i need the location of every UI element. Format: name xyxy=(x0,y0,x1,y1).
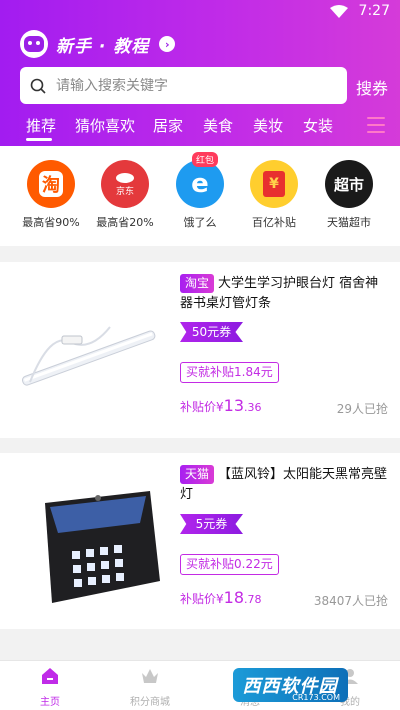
category-jd[interactable]: 京东 最高省20% xyxy=(88,160,162,230)
search-button[interactable]: 搜券 xyxy=(356,75,388,99)
price-integer: 18 xyxy=(223,588,244,607)
search-box[interactable] xyxy=(20,67,347,104)
product-image xyxy=(10,463,166,619)
tab-home[interactable]: 居家 xyxy=(153,115,183,136)
tutorial-label: 新手 · 教程 xyxy=(56,36,150,57)
tab-food[interactable]: 美食 xyxy=(203,115,233,136)
subsidy-tag: 买就补贴0.22元 xyxy=(180,554,279,575)
product-card[interactable]: 天猫 【蓝风铃】太阳能天黑常亮壁灯 5元券 买就补贴0.22元 补贴价¥18.78… xyxy=(0,453,400,629)
nav-points-mall-label: 积分商城 xyxy=(130,697,170,708)
category-grid: 淘 最高省90% 京东 最高省20% 红包 e 饿了么 ¥ 百亿补贴 超市 天猫… xyxy=(0,146,400,246)
sold-count: 38407人已抢 xyxy=(313,594,388,608)
wifi-icon xyxy=(330,5,348,18)
taobao-icon: 淘 xyxy=(27,160,75,208)
subsidy-text: 买就补贴0.22元 xyxy=(186,557,273,571)
status-bar: 7:27 xyxy=(0,0,400,24)
red-packet-badge: 红包 xyxy=(192,152,219,167)
price-integer: 13 xyxy=(223,396,244,415)
category-label: 饿了么 xyxy=(183,216,217,229)
tmall-market-icon: 超市 xyxy=(325,160,373,208)
price-label: 补贴价¥ xyxy=(180,592,224,606)
menu-icon[interactable] xyxy=(367,117,385,133)
tutorial-link[interactable]: 新手 · 教程 › xyxy=(20,30,176,58)
subsidy-tag: 买就补贴1.84元 xyxy=(180,362,279,383)
tab-beauty[interactable]: 美妆 xyxy=(253,115,283,136)
chevron-right-icon: › xyxy=(159,36,176,52)
category-label: 最高省90% xyxy=(22,216,80,229)
header: 7:27 新手 · 教程 › 搜券 推荐 猜你喜欢 居家 美食 美妆 女装 xyxy=(0,0,400,146)
product-title: 天猫 【蓝风铃】太阳能天黑常亮壁灯 xyxy=(180,465,390,505)
category-tmall-market[interactable]: 超市 天猫超市 xyxy=(312,160,386,230)
coupon-tag: 5元券 xyxy=(180,514,243,534)
tab-womens[interactable]: 女装 xyxy=(303,115,333,136)
product-image xyxy=(10,272,166,428)
jd-icon: 京东 xyxy=(101,160,149,208)
search-input[interactable] xyxy=(56,77,326,94)
category-subsidy[interactable]: ¥ 百亿补贴 xyxy=(237,160,311,230)
subsidy-price: 补贴价¥18.78 xyxy=(180,588,262,607)
category-label: 百亿补贴 xyxy=(252,216,296,229)
home-icon xyxy=(42,668,58,684)
platform-badge: 天猫 xyxy=(180,465,215,484)
category-tabs: 推荐 猜你喜欢 居家 美食 美妆 女装 xyxy=(0,112,400,146)
product-title: 淘宝 大学生学习护眼台灯 宿舍神器书桌灯管灯条 xyxy=(180,274,390,314)
subsidy-text: 买就补贴1.84元 xyxy=(186,365,273,379)
active-tab-indicator xyxy=(26,138,52,141)
category-taobao[interactable]: 淘 最高省90% xyxy=(14,160,88,230)
platform-badge: 淘宝 xyxy=(180,274,215,293)
category-label: 天猫超市 xyxy=(327,216,371,229)
price-label: 补贴价¥ xyxy=(180,400,224,414)
watermark-sub: CR173.COM xyxy=(292,693,340,702)
app-logo-icon xyxy=(20,30,48,58)
nav-points-mall[interactable]: 积分商城 xyxy=(110,665,190,708)
watermark: 西西软件园 CR173.COM xyxy=(200,660,380,710)
crown-icon xyxy=(142,669,158,683)
price-decimal: .36 xyxy=(244,401,262,414)
category-eleme[interactable]: 红包 e 饿了么 xyxy=(163,152,237,230)
sold-count: 29人已抢 xyxy=(336,402,388,416)
search-icon xyxy=(30,78,46,94)
tab-guess-you-like[interactable]: 猜你喜欢 xyxy=(75,115,135,136)
product-card[interactable]: 淘宝 大学生学习护眼台灯 宿舍神器书桌灯管灯条 50元券 买就补贴1.84元 补贴… xyxy=(0,262,400,438)
nav-home-label: 主页 xyxy=(40,697,60,708)
eleme-icon: 红包 e xyxy=(176,152,224,208)
tab-recommend[interactable]: 推荐 xyxy=(26,115,56,136)
subsidy-icon: ¥ xyxy=(250,160,298,208)
category-label: 最高省20% xyxy=(96,216,154,229)
subsidy-price: 补贴价¥13.36 xyxy=(180,396,262,415)
price-decimal: .78 xyxy=(244,593,262,606)
nav-home[interactable]: 主页 xyxy=(10,665,90,708)
status-time: 7:27 xyxy=(358,3,390,19)
coupon-tag: 50元券 xyxy=(180,322,243,342)
